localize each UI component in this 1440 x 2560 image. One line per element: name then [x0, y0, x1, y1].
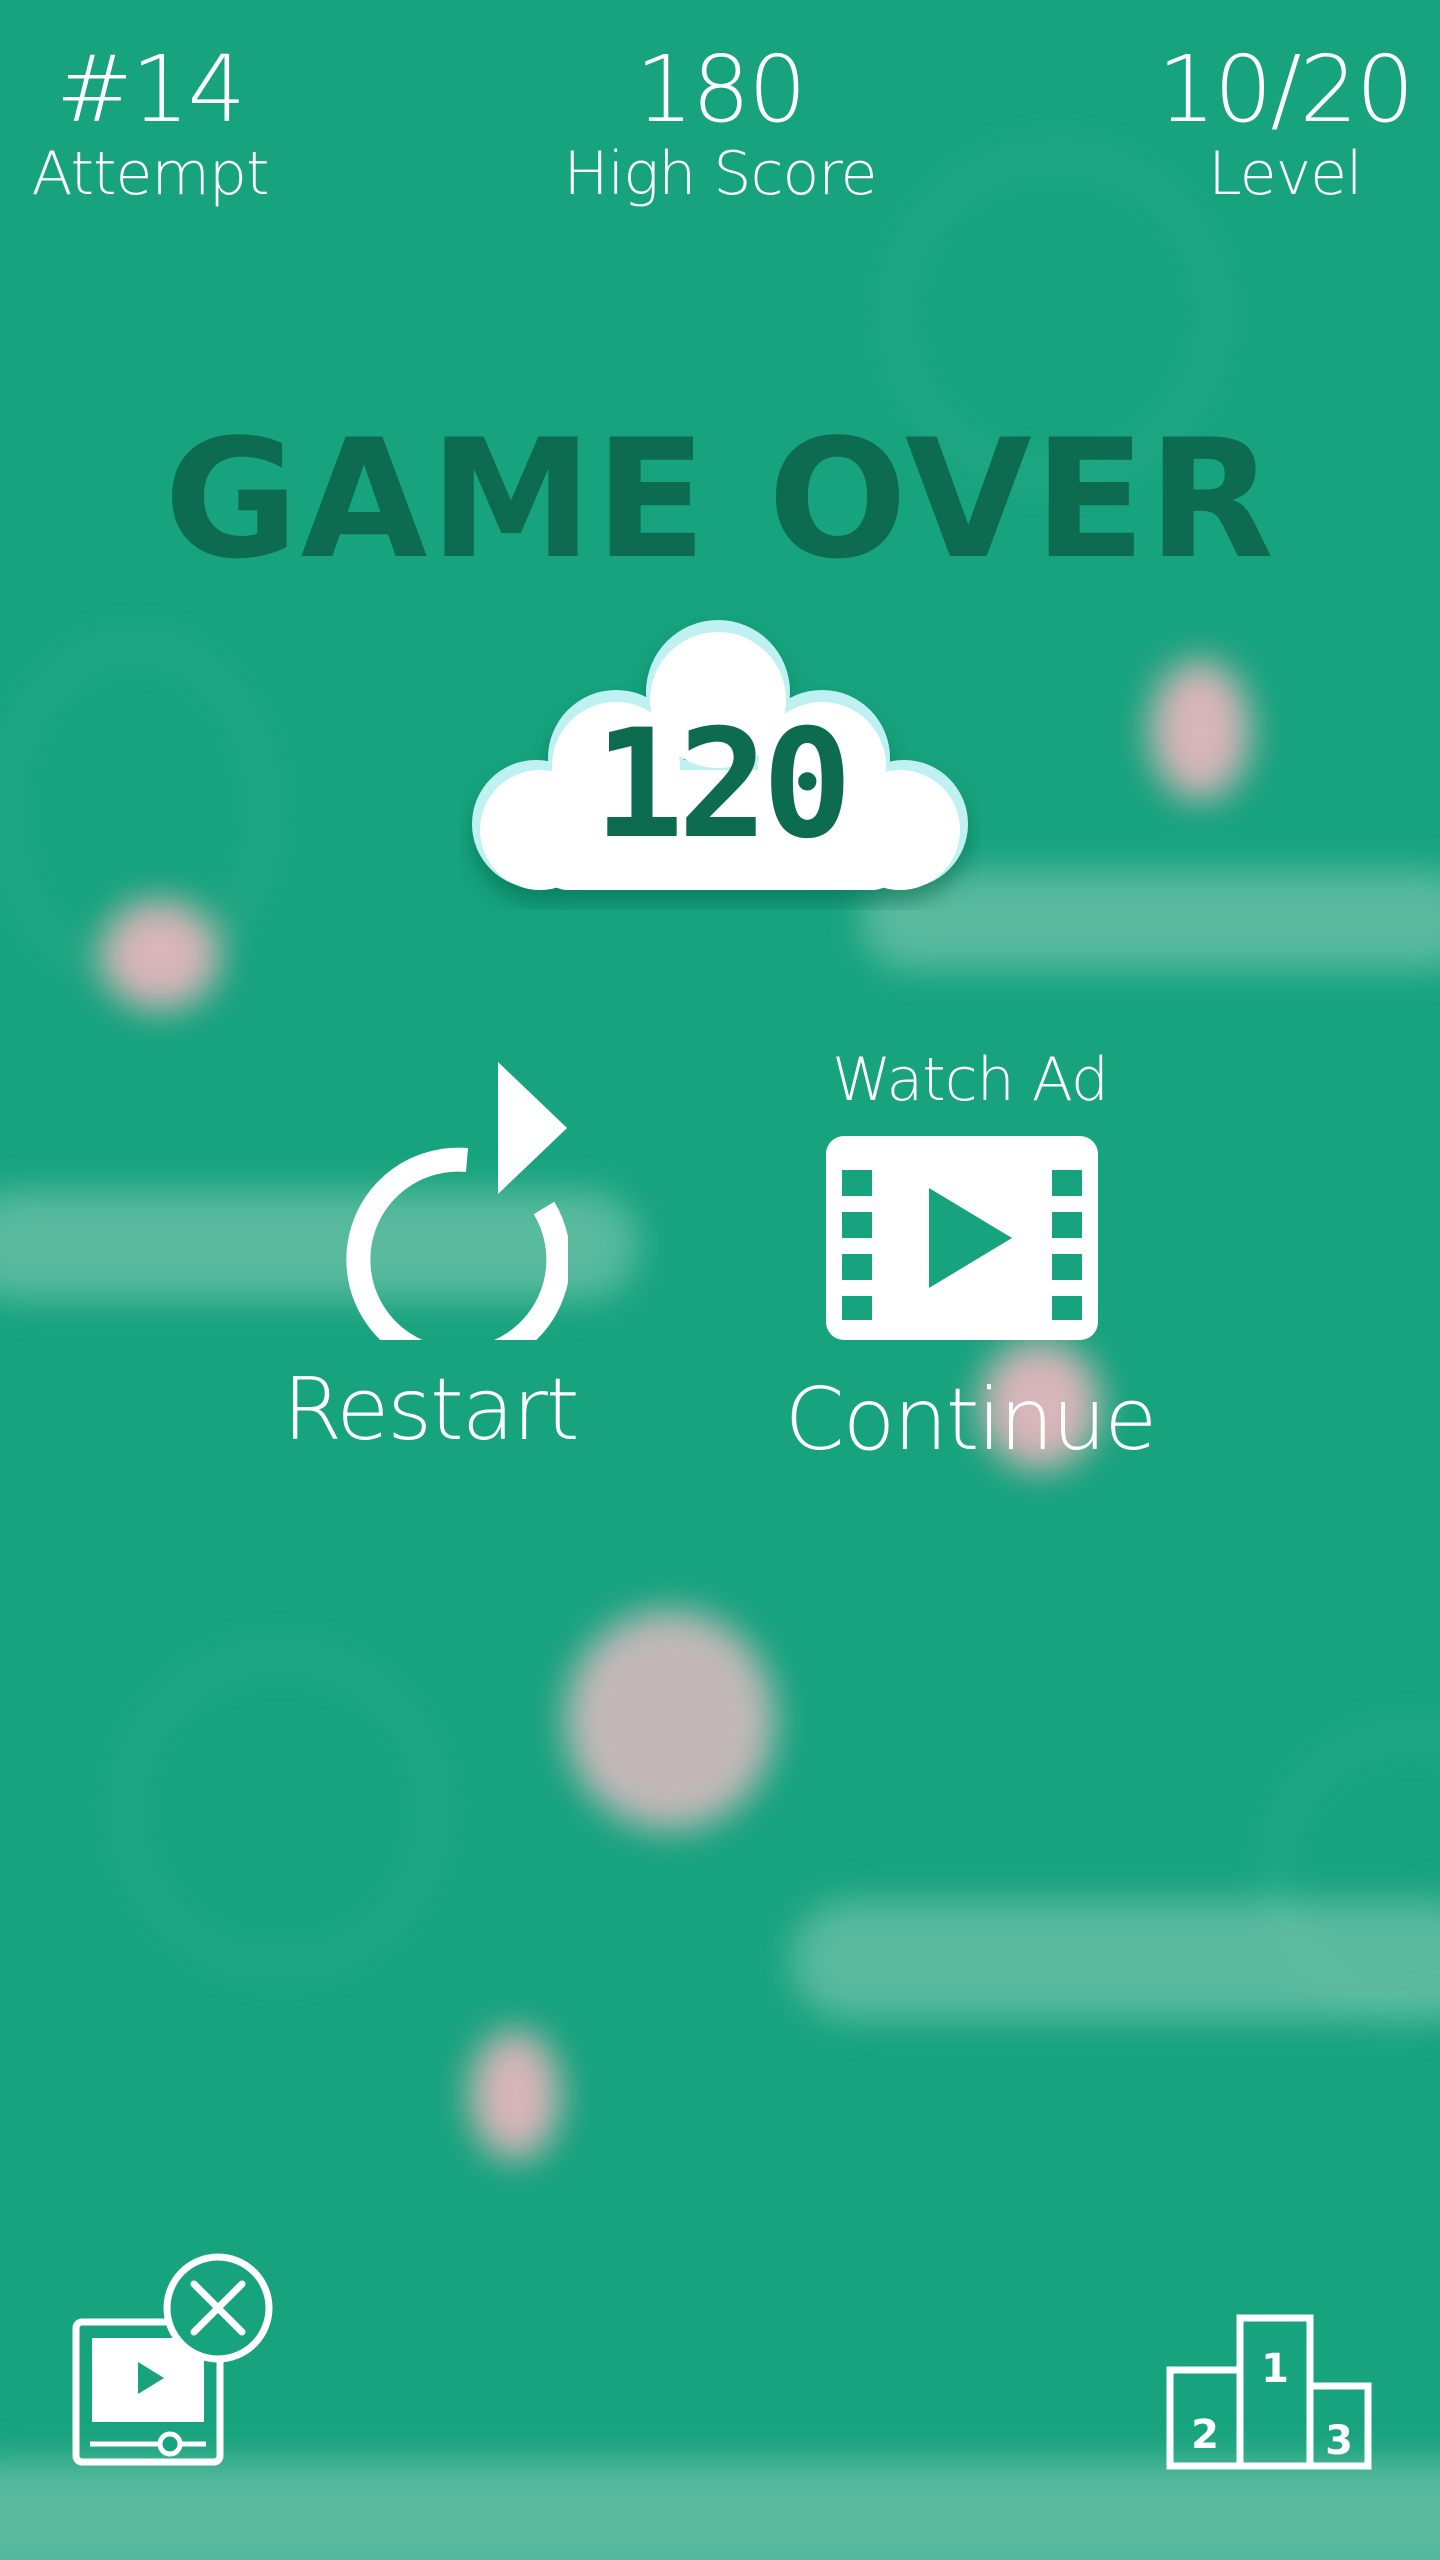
attempt-value: #14 [55, 36, 246, 143]
level-stat: 10/20 Level [1130, 36, 1440, 209]
remove-ads-button[interactable] [66, 2250, 286, 2480]
podium-icon[interactable]: 1 2 3 [1160, 2310, 1380, 2470]
continue-button[interactable]: Watch Ad Continue [770, 1040, 1170, 1480]
podium-third-label: 3 [1325, 2418, 1353, 2464]
restart-label[interactable]: Restart [280, 1360, 580, 1460]
restart-icon[interactable] [328, 1060, 568, 1340]
watch-ad-label: Watch Ad [832, 1045, 1109, 1115]
score-cloud: 120 [460, 600, 980, 910]
film-play-icon[interactable] [826, 1136, 1098, 1340]
level-label: Level [1208, 139, 1362, 209]
attempt-label: Attempt [31, 139, 269, 209]
level-value: 10/20 [1157, 36, 1414, 143]
continue-label[interactable]: Continue [770, 1370, 1170, 1470]
high-score-stat: 180 High Score [520, 36, 920, 209]
leaderboard-button[interactable]: 1 2 3 [1160, 2310, 1380, 2470]
attempt-stat: #14 Attempt [20, 36, 280, 209]
score-value: 120 [593, 698, 853, 872]
podium-second-label: 2 [1191, 2412, 1219, 2458]
game-over-title: GAME OVER [163, 404, 1277, 595]
remove-ads-icon[interactable] [66, 2250, 286, 2480]
game-over-screen: #14 Attempt 180 High Score 10/20 Level G… [0, 0, 1440, 2560]
podium-first-label: 1 [1261, 2346, 1289, 2392]
high-score-label: High Score [563, 139, 878, 209]
background-scene [0, 0, 1440, 2560]
high-score-value: 180 [635, 36, 807, 143]
